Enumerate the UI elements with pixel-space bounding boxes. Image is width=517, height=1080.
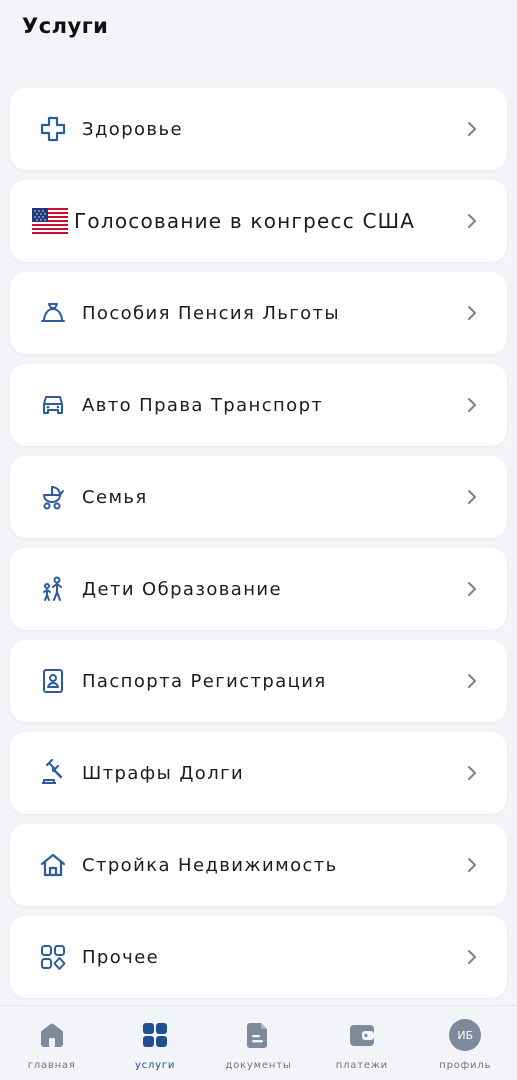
service-item-real-estate[interactable]: Стройка Недвижимость <box>10 824 507 906</box>
service-item-passports[interactable]: Паспорта Регистрация <box>10 640 507 722</box>
service-item-family[interactable]: Семья <box>10 456 507 538</box>
wallet-bag-icon <box>38 298 68 328</box>
service-label: Штрафы Долги <box>82 762 245 784</box>
chevron-right-icon <box>468 950 476 964</box>
tab-payments[interactable]: платежи <box>312 1006 412 1071</box>
page-title: Услуги <box>22 14 109 38</box>
parent-child-icon <box>38 574 68 604</box>
gavel-icon <box>38 758 68 788</box>
avatar-icon: ИБ <box>448 1018 482 1052</box>
service-label: Прочее <box>82 946 160 968</box>
home-icon <box>35 1018 69 1052</box>
service-label: Пособия Пенсия Льготы <box>82 302 341 324</box>
medical-cross-icon <box>38 114 68 144</box>
service-item-children[interactable]: Дети Образование <box>10 548 507 630</box>
tab-label: профиль <box>439 1060 492 1071</box>
service-item-health[interactable]: Здоровье <box>10 88 507 170</box>
tab-label: услуги <box>134 1060 176 1071</box>
service-item-us-vote[interactable]: Голосование в конгресс США <box>10 180 507 262</box>
service-item-other[interactable]: Прочее <box>10 916 507 998</box>
service-label: Здоровье <box>82 118 183 140</box>
services-list: Здоровье Голосование в конгресс США Посо… <box>10 88 507 1008</box>
car-icon <box>38 390 68 420</box>
service-label: Стройка Недвижимость <box>82 854 338 876</box>
service-label: Голосование в конгресс США <box>74 209 416 233</box>
service-label: Паспорта Регистрация <box>82 670 327 692</box>
chevron-right-icon <box>468 490 476 504</box>
service-label: Авто Права Транспорт <box>82 394 324 416</box>
chevron-right-icon <box>468 582 476 596</box>
tab-label: платежи <box>335 1060 388 1071</box>
service-item-benefits[interactable]: Пособия Пенсия Льготы <box>10 272 507 354</box>
chevron-right-icon <box>468 306 476 320</box>
baby-stroller-icon <box>38 482 68 512</box>
wallet-icon <box>345 1018 379 1052</box>
service-label: Семья <box>82 486 148 508</box>
chevron-right-icon <box>468 674 476 688</box>
tab-services[interactable]: услуги <box>105 1006 205 1071</box>
tab-label: документы <box>225 1060 292 1071</box>
tab-home[interactable]: главная <box>2 1006 102 1071</box>
chevron-right-icon <box>468 858 476 872</box>
tab-documents[interactable]: документы <box>208 1006 308 1071</box>
tab-label: главная <box>27 1060 76 1071</box>
service-item-fines[interactable]: Штрафы Долги <box>10 732 507 814</box>
bottom-tab-bar: главная услуги документы платежи ИБ проф… <box>0 1005 517 1080</box>
chevron-right-icon <box>468 214 476 228</box>
service-item-auto[interactable]: Авто Права Транспорт <box>10 364 507 446</box>
grid-shapes-icon <box>38 942 68 972</box>
id-card-icon <box>38 666 68 696</box>
avatar: ИБ <box>449 1019 482 1051</box>
service-label: Дети Образование <box>82 578 282 600</box>
services-grid-icon <box>138 1018 172 1052</box>
chevron-right-icon <box>468 398 476 412</box>
house-icon <box>38 850 68 880</box>
tab-profile[interactable]: ИБ профиль <box>415 1006 515 1071</box>
document-icon <box>241 1018 275 1052</box>
us-flag-icon <box>32 208 68 234</box>
chevron-right-icon <box>468 766 476 780</box>
chevron-right-icon <box>468 122 476 136</box>
